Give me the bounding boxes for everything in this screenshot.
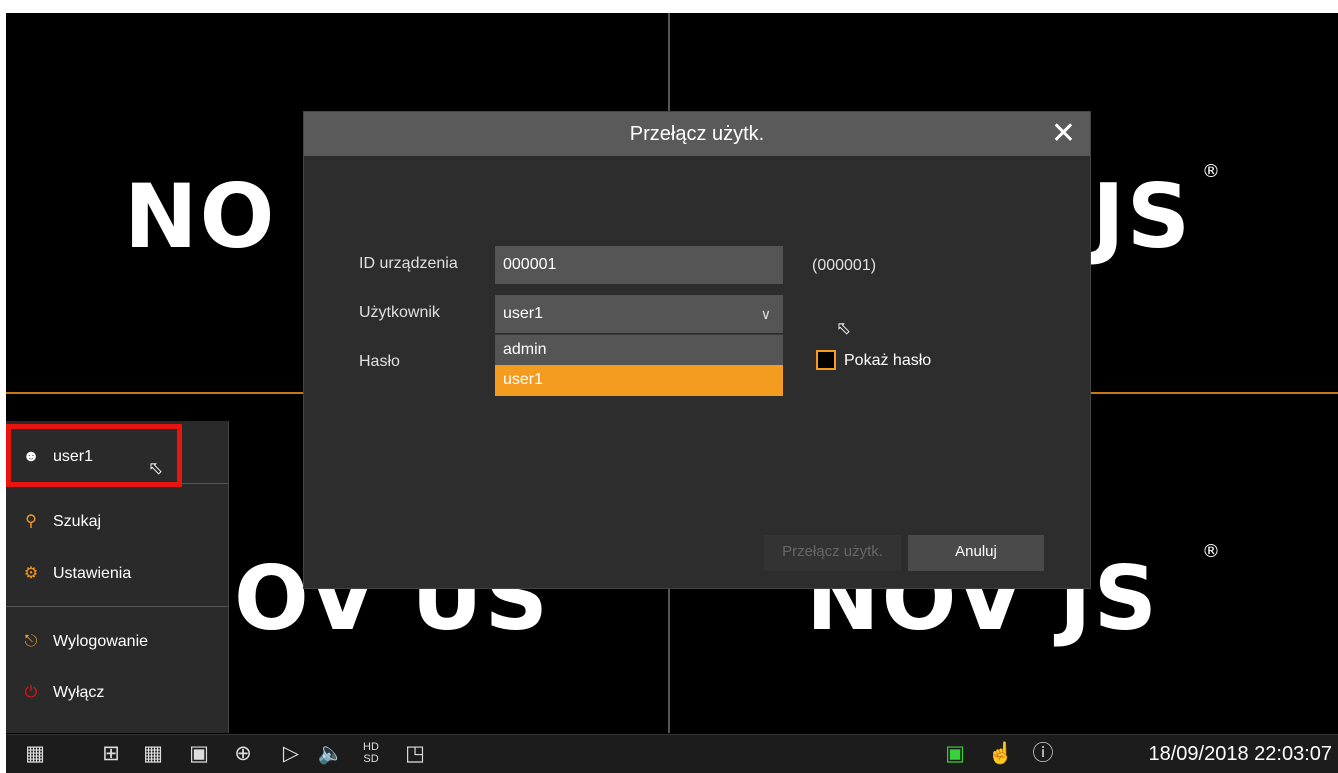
mouse-cursor: ⬁ — [836, 318, 852, 338]
playback-icon[interactable]: ▷ — [276, 741, 306, 767]
user-option-admin[interactable]: admin — [495, 334, 783, 365]
user-select-value: user1 — [503, 305, 544, 322]
ptz-icon[interactable]: ⊕ — [228, 741, 258, 767]
unlock-icon: ⎋ — [24, 633, 38, 650]
datetime: 18/09/2018 22:03:07 — [1148, 743, 1332, 765]
show-password-label: Pokaż hasło — [844, 352, 932, 369]
show-password-checkbox[interactable] — [816, 350, 836, 370]
cancel-button[interactable]: Anuluj — [908, 535, 1044, 571]
taskbar: ▦ ⊞ ▦ ▣ ⊕ ▷ 🔈 HD SD ◳ ▣ ☝ ⓘ 18/09/2018 2… — [6, 734, 1338, 773]
registered-mark: ® — [1202, 541, 1220, 562]
record-settings-icon[interactable]: ◳ — [400, 741, 430, 767]
registered-mark: ® — [1202, 161, 1220, 182]
switch-user-button[interactable]: Przełącz użytk. — [764, 535, 901, 571]
layout-4-icon[interactable]: ⊞ — [96, 741, 126, 767]
power-icon: ⏻ — [24, 684, 38, 701]
dialog-title: Przełącz użytk. — [304, 112, 1090, 156]
mouse-cursor: ⬁ — [148, 458, 164, 478]
menu-item-label: Ustawienia — [53, 565, 132, 582]
menu-item-label: Szukaj — [53, 513, 102, 530]
menu-item-settings[interactable]: ⚙ Ustawienia — [6, 549, 228, 599]
menu-item-label: Wylogowanie — [53, 633, 149, 650]
logo-top-right: JS — [1092, 165, 1193, 268]
network-status-icon[interactable]: ▣ — [940, 741, 970, 767]
menu-item-label: Wyłącz — [53, 684, 105, 701]
menu-grid-icon[interactable]: ▦ — [20, 741, 50, 767]
gear-icon: ⚙ — [23, 565, 39, 582]
user-option-user1[interactable]: user1 — [495, 365, 783, 396]
chevron-down-icon: ∨ — [760, 306, 771, 322]
menu-item-shutdown[interactable]: ⏻ Wyłącz — [6, 668, 228, 718]
hd-label: HD — [363, 741, 379, 753]
search-icon: ⚲ — [25, 513, 37, 530]
user-select[interactable]: user1 ∨ — [495, 295, 783, 333]
hd-sd-toggle-icon[interactable]: HD SD — [356, 741, 386, 765]
device-id-input[interactable]: 000001 — [495, 246, 783, 284]
logo-top-left: NO — [124, 165, 277, 268]
menu-item-search[interactable]: ⚲ Szukaj — [6, 497, 228, 547]
close-icon[interactable]: ✕ — [1051, 112, 1076, 156]
touch-icon[interactable]: ☝ — [986, 741, 1016, 767]
switch-user-dialog: Przełącz użytk. ✕ ID urządzenia 000001 (… — [304, 112, 1090, 588]
user-label: Użytkownik — [359, 304, 440, 321]
layout-9-icon[interactable]: ▦ — [138, 741, 168, 767]
password-label: Hasło — [359, 353, 400, 370]
volume-icon[interactable]: 🔈 — [316, 741, 346, 767]
device-id-label: ID urządzenia — [359, 255, 458, 272]
menu-item-logout[interactable]: ⎋ Wylogowanie — [6, 617, 228, 667]
info-icon[interactable]: ⓘ — [1028, 741, 1058, 767]
device-id-hint: (000001) — [812, 257, 877, 274]
sd-label: SD — [363, 753, 379, 765]
menu-separator — [6, 606, 228, 607]
fullscreen-icon[interactable]: ▣ — [184, 741, 214, 767]
